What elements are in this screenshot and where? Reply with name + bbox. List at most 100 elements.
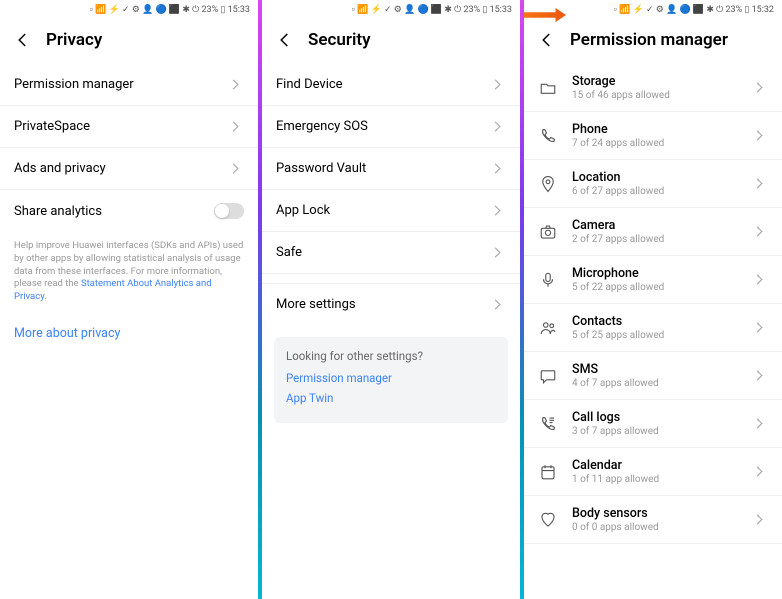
status-bar: ▫ 📶 ⚡ ✓ ⚙ 👤 🔵 ⬛ ✱ ⏻ 23% ▯ 15:33	[262, 0, 520, 18]
camera-icon	[538, 222, 558, 242]
perm-title: Call logs	[572, 410, 742, 425]
page-title: Permission manager	[570, 30, 728, 50]
perm-body: Location 6 of 27 apps allowed	[572, 170, 742, 197]
row-ads-privacy[interactable]: Ads and privacy	[0, 148, 258, 190]
row-label: Password Vault	[276, 161, 494, 176]
chevron-right-icon	[494, 79, 506, 91]
perm-sub: 5 of 22 apps allowed	[572, 282, 742, 293]
row-emergency-sos[interactable]: Emergency SOS	[262, 106, 520, 148]
back-icon[interactable]	[14, 31, 32, 49]
chevron-right-icon	[756, 274, 768, 286]
perm-body: Phone 7 of 24 apps allowed	[572, 122, 742, 149]
chevron-right-icon	[494, 163, 506, 175]
chevron-right-icon	[756, 466, 768, 478]
status-icons: ▫ 📶 ⚡ ✓ ⚙ 👤 🔵 ⬛ ✱ ⏻ 23% ▯ 15:32	[614, 4, 774, 15]
perm-sub: 1 of 11 app allowed	[572, 474, 742, 485]
perm-sub: 15 of 46 apps allowed	[572, 90, 742, 101]
section-gap	[262, 274, 520, 284]
perm-contacts[interactable]: Contacts 5 of 25 apps allowed	[524, 304, 782, 352]
row-label: Permission manager	[14, 77, 232, 92]
row-more-settings[interactable]: More settings	[262, 284, 520, 325]
body-sensors-icon	[538, 510, 558, 530]
chevron-right-icon	[232, 79, 244, 91]
settings-list: Permission manager PrivateSpace Ads and …	[0, 64, 258, 599]
perm-body: Body sensors 0 of 0 apps allowed	[572, 506, 742, 533]
perm-location[interactable]: Location 6 of 27 apps allowed	[524, 160, 782, 208]
perm-call-logs[interactable]: Call logs 3 of 7 apps allowed	[524, 400, 782, 448]
perm-sub: 4 of 7 apps allowed	[572, 378, 742, 389]
perm-body: Call logs 3 of 7 apps allowed	[572, 410, 742, 437]
chevron-right-icon	[756, 178, 768, 190]
info-link-app-twin[interactable]: App Twin	[286, 391, 496, 405]
panel-security: ▫ 📶 ⚡ ✓ ⚙ 👤 🔵 ⬛ ✱ ⏻ 23% ▯ 15:33 Security…	[262, 0, 520, 599]
help-text: Help improve Huawei interfaces (SDKs and…	[0, 232, 258, 312]
perm-title: Contacts	[572, 314, 742, 329]
info-box: Looking for other settings? Permission m…	[274, 337, 508, 423]
toggle-share-analytics[interactable]	[214, 203, 244, 219]
chevron-right-icon	[494, 121, 506, 133]
status-icons: ▫ 📶 ⚡ ✓ ⚙ 👤 🔵 ⬛ ✱ ⏻ 23% ▯ 15:33	[90, 4, 250, 15]
row-share-analytics[interactable]: Share analytics	[0, 190, 258, 232]
row-privatespace[interactable]: PrivateSpace	[0, 106, 258, 148]
header: Permission manager	[524, 18, 782, 64]
row-find-device[interactable]: Find Device	[262, 64, 520, 106]
perm-body-sensors[interactable]: Body sensors 0 of 0 apps allowed	[524, 496, 782, 544]
page-title: Security	[308, 30, 371, 50]
chevron-right-icon	[756, 370, 768, 382]
header: Privacy	[0, 18, 258, 64]
sms-icon	[538, 366, 558, 386]
info-link-permission-manager[interactable]: Permission manager	[286, 371, 496, 385]
perm-phone[interactable]: Phone 7 of 24 apps allowed	[524, 112, 782, 160]
perm-body: Microphone 5 of 22 apps allowed	[572, 266, 742, 293]
perm-title: Camera	[572, 218, 742, 233]
row-password-vault[interactable]: Password Vault	[262, 148, 520, 190]
perm-sub: 5 of 25 apps allowed	[572, 330, 742, 341]
row-label: Ads and privacy	[14, 161, 232, 176]
row-label: Emergency SOS	[276, 119, 494, 134]
phone-icon	[538, 126, 558, 146]
perm-body: Storage 15 of 46 apps allowed	[572, 74, 742, 101]
chevron-right-icon	[232, 163, 244, 175]
row-label: App Lock	[276, 203, 494, 218]
row-label: Share analytics	[14, 204, 214, 219]
perm-sub: 0 of 0 apps allowed	[572, 522, 742, 533]
page-title: Privacy	[46, 30, 102, 50]
more-about-privacy-link[interactable]: More about privacy	[0, 312, 258, 355]
row-label: More settings	[276, 297, 494, 312]
row-safe[interactable]: Safe	[262, 232, 520, 274]
contacts-icon	[538, 318, 558, 338]
perm-sub: 7 of 24 apps allowed	[572, 138, 742, 149]
perm-microphone[interactable]: Microphone 5 of 22 apps allowed	[524, 256, 782, 304]
perm-camera[interactable]: Camera 2 of 27 apps allowed	[524, 208, 782, 256]
panel-permission-manager: ▫ 📶 ⚡ ✓ ⚙ 👤 🔵 ⬛ ✱ ⏻ 23% ▯ 15:32 Permissi…	[524, 0, 782, 599]
chevron-right-icon	[756, 514, 768, 526]
chevron-right-icon	[494, 205, 506, 217]
row-label: PrivateSpace	[14, 119, 232, 134]
perm-title: Body sensors	[572, 506, 742, 521]
info-box-title: Looking for other settings?	[286, 349, 496, 363]
chevron-right-icon	[756, 226, 768, 238]
perm-title: SMS	[572, 362, 742, 377]
back-icon[interactable]	[276, 31, 294, 49]
chevron-right-icon	[756, 130, 768, 142]
settings-list: Find Device Emergency SOS Password Vault…	[262, 64, 520, 599]
perm-body: SMS 4 of 7 apps allowed	[572, 362, 742, 389]
perm-storage[interactable]: Storage 15 of 46 apps allowed	[524, 64, 782, 112]
row-app-lock[interactable]: App Lock	[262, 190, 520, 232]
back-icon[interactable]	[538, 31, 556, 49]
perm-title: Calendar	[572, 458, 742, 473]
chevron-right-icon	[756, 418, 768, 430]
chevron-right-icon	[494, 299, 506, 311]
perm-title: Location	[572, 170, 742, 185]
row-label: Safe	[276, 245, 494, 260]
status-icons: ▫ 📶 ⚡ ✓ ⚙ 👤 🔵 ⬛ ✱ ⏻ 23% ▯ 15:33	[352, 4, 512, 15]
row-permission-manager[interactable]: Permission manager	[0, 64, 258, 106]
chevron-right-icon	[232, 121, 244, 133]
perm-calendar[interactable]: Calendar 1 of 11 app allowed	[524, 448, 782, 496]
calendar-icon	[538, 462, 558, 482]
perm-sms[interactable]: SMS 4 of 7 apps allowed	[524, 352, 782, 400]
perm-body: Camera 2 of 27 apps allowed	[572, 218, 742, 245]
call-logs-icon	[538, 414, 558, 434]
perm-sub: 3 of 7 apps allowed	[572, 426, 742, 437]
chevron-right-icon	[756, 82, 768, 94]
